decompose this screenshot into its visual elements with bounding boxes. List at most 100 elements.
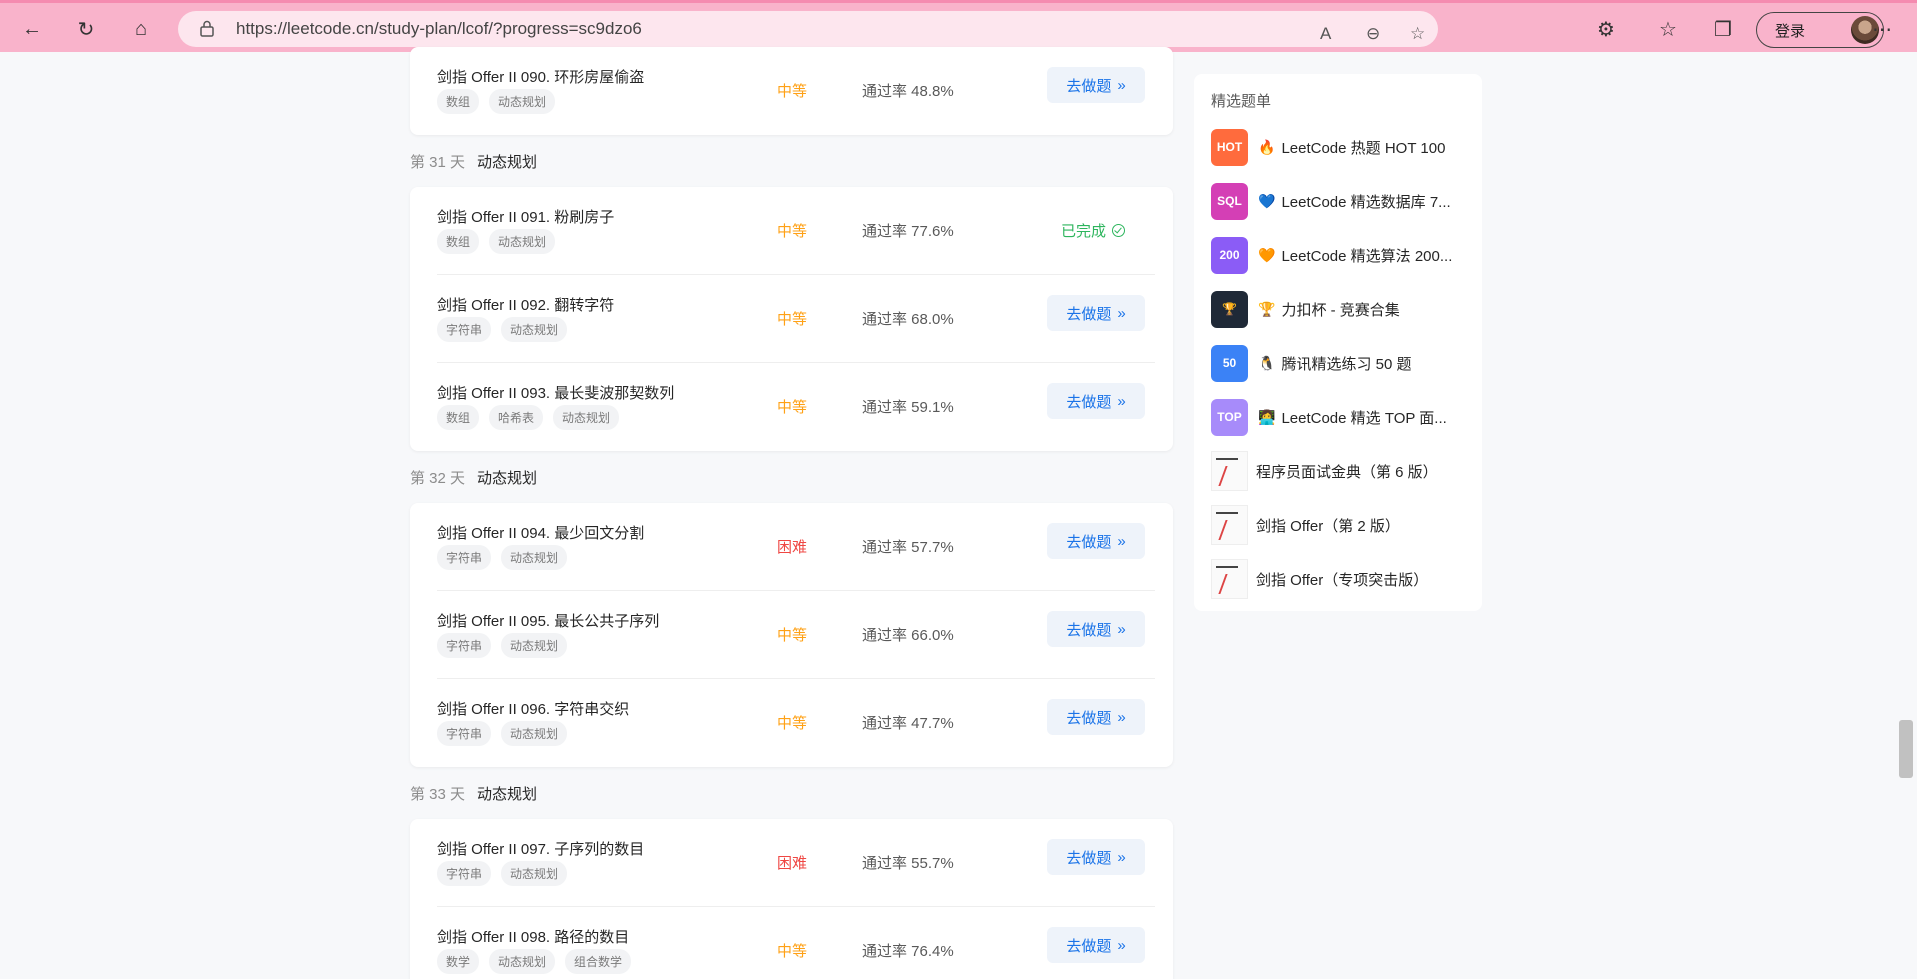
start-problem-button[interactable]: 去做题 » — [1047, 927, 1145, 963]
browser-toolbar: ← ↻ ⌂ https://leetcode.cn/study-plan/lco… — [0, 0, 1917, 52]
day-number: 第 33 天 — [410, 785, 466, 803]
featured-list-item[interactable]: 🏆 🏆 力扣杯 - 竞赛合集 — [1211, 282, 1482, 336]
tag[interactable]: 动态规划 — [501, 633, 568, 658]
read-aloud-icon[interactable]: A — [1320, 24, 1331, 44]
problem-title[interactable]: 剑指 Offer II 095. 最长公共子序列 — [437, 610, 659, 631]
tag[interactable]: 动态规划 — [553, 405, 620, 430]
list-thumbnail: 50 — [1211, 344, 1248, 382]
double-chevron-icon: » — [1117, 936, 1126, 954]
problem-row[interactable]: 剑指 Offer II 090. 环形房屋偷盗 数组 动态规划 中等 通过率 4… — [437, 47, 1155, 135]
tag[interactable]: 动态规划 — [489, 89, 556, 114]
list-emoji-icon: 🐧 — [1258, 354, 1276, 371]
collections-icon[interactable]: ❐ — [1707, 13, 1739, 45]
check-circle-icon — [1112, 224, 1126, 237]
tag[interactable]: 动态规划 — [501, 721, 568, 746]
login-button[interactable]: 登录 — [1756, 12, 1884, 48]
book-label: 剑指 Offer（第 2 版） — [1256, 517, 1400, 535]
book-list-item[interactable]: 程序员面试金典（第 6 版） — [1211, 444, 1482, 498]
featured-list-item[interactable]: 50 🐧 腾讯精选练习 50 题 — [1211, 336, 1482, 390]
problem-title[interactable]: 剑指 Offer II 097. 子序列的数目 — [437, 838, 644, 859]
tag[interactable]: 动态规划 — [489, 949, 556, 974]
list-thumbnail: TOP — [1211, 398, 1248, 436]
zoom-out-icon[interactable]: ⊖ — [1366, 24, 1380, 44]
pass-rate: 通过率 48.8% — [862, 83, 954, 100]
tag-list: 字符串 动态规划 — [437, 861, 568, 886]
list-emoji-icon: 🔥 — [1258, 138, 1276, 155]
problem-title[interactable]: 剑指 Offer II 090. 环形房屋偷盗 — [437, 66, 644, 87]
tag[interactable]: 字符串 — [437, 317, 492, 342]
double-chevron-icon: » — [1117, 620, 1126, 638]
tag[interactable]: 数组 — [437, 229, 480, 254]
extensions-icon[interactable]: ⚙ — [1590, 13, 1622, 45]
more-icon[interactable]: ⋯ — [1866, 13, 1898, 45]
problem-row[interactable]: 剑指 Offer II 094. 最少回文分割 字符串 动态规划 困难 通过率 5… — [437, 503, 1155, 591]
tag[interactable]: 哈希表 — [489, 405, 544, 430]
featured-list-item[interactable]: TOP 👩‍💻 LeetCode 精选 TOP 面... — [1211, 390, 1482, 444]
book-list-item[interactable]: 剑指 Offer（第 2 版） — [1211, 498, 1482, 552]
page-scrollbar[interactable] — [1899, 720, 1913, 778]
favorite-add-icon[interactable]: ☆ — [1410, 24, 1425, 44]
tag[interactable]: 数组 — [437, 405, 480, 430]
tag[interactable]: 数学 — [437, 949, 480, 974]
day-number: 第 32 天 — [410, 469, 466, 487]
difficulty-label: 中等 — [777, 627, 808, 644]
featured-list-item[interactable]: HOT 🔥 LeetCode 热题 HOT 100 — [1211, 120, 1482, 174]
tag[interactable]: 字符串 — [437, 861, 492, 886]
day-topic: 动态规划 — [477, 785, 538, 803]
start-problem-button[interactable]: 去做题 » — [1047, 611, 1145, 647]
problem-title[interactable]: 剑指 Offer II 093. 最长斐波那契数列 — [437, 382, 674, 403]
start-problem-button[interactable]: 去做题 » — [1047, 699, 1145, 735]
tag-list: 数组 动态规划 — [437, 89, 556, 114]
problem-title[interactable]: 剑指 Offer II 094. 最少回文分割 — [437, 522, 644, 543]
start-problem-button[interactable]: 去做题 » — [1047, 523, 1145, 559]
tag[interactable]: 动态规划 — [489, 229, 556, 254]
tag[interactable]: 数组 — [437, 89, 480, 114]
problem-title[interactable]: 剑指 Offer II 096. 字符串交织 — [437, 698, 629, 719]
featured-list-item[interactable]: 200 🧡 LeetCode 精选算法 200... — [1211, 228, 1482, 282]
problem-title[interactable]: 剑指 Offer II 091. 粉刷房子 — [437, 206, 614, 227]
tag-list: 数学 动态规划 组合数学 — [437, 949, 632, 974]
address-bar[interactable]: https://leetcode.cn/study-plan/lcof/?pro… — [178, 11, 1438, 47]
start-problem-label: 去做题 — [1066, 77, 1112, 95]
tag[interactable]: 动态规划 — [501, 545, 568, 570]
day-header: 第 32 天动态规划 — [410, 451, 1173, 503]
difficulty-label: 困难 — [777, 855, 808, 872]
tag-list: 字符串 动态规划 — [437, 545, 568, 570]
problem-row[interactable]: 剑指 Offer II 097. 子序列的数目 字符串 动态规划 困难 通过率 5… — [437, 819, 1155, 907]
tag[interactable]: 字符串 — [437, 721, 492, 746]
problem-title[interactable]: 剑指 Offer II 098. 路径的数目 — [437, 926, 629, 947]
lock-icon — [200, 20, 214, 37]
tag[interactable]: 动态规划 — [501, 317, 568, 342]
problem-row[interactable]: 剑指 Offer II 096. 字符串交织 字符串 动态规划 中等 通过率 47… — [437, 679, 1155, 767]
problem-row[interactable]: 剑指 Offer II 095. 最长公共子序列 字符串 动态规划 中等 通过率 … — [437, 591, 1155, 679]
tag-list: 数组 哈希表 动态规划 — [437, 405, 620, 430]
tag-list: 数组 动态规划 — [437, 229, 556, 254]
tag[interactable]: 组合数学 — [565, 949, 632, 974]
plans-list: HOT 🔥 LeetCode 热题 HOT 100 SQL 💙 LeetCode 精选数据… — [1211, 120, 1482, 606]
start-problem-button[interactable]: 去做题 » — [1047, 383, 1145, 419]
problem-row[interactable]: 剑指 Offer II 098. 路径的数目 数学 动态规划 组合数学 中等 通过率… — [437, 907, 1155, 979]
favorites-icon[interactable]: ☆ — [1652, 13, 1684, 45]
problem-title[interactable]: 剑指 Offer II 092. 翻转字符 — [437, 294, 614, 315]
book-list-item[interactable]: 剑指 Offer（专项突击版） — [1211, 552, 1482, 606]
problem-row[interactable]: 剑指 Offer II 092. 翻转字符 字符串 动态规划 中等 通过率 68.… — [437, 275, 1155, 363]
difficulty-label: 中等 — [777, 223, 808, 240]
back-icon[interactable]: ← — [16, 13, 48, 45]
difficulty-label: 中等 — [777, 943, 808, 960]
start-problem-button[interactable]: 去做题 » — [1047, 67, 1145, 103]
day-topic: 动态规划 — [477, 469, 538, 487]
tag[interactable]: 动态规划 — [501, 861, 568, 886]
start-problem-button[interactable]: 去做题 » — [1047, 839, 1145, 875]
problem-card: 剑指 Offer II 091. 粉刷房子 数组 动态规划 中等 通过率 77.6… — [410, 187, 1173, 451]
featured-list-item[interactable]: SQL 💙 LeetCode 精选数据库 7... — [1211, 174, 1482, 228]
problem-row[interactable]: 剑指 Offer II 093. 最长斐波那契数列 数组 哈希表 动态规划 中等 通… — [437, 363, 1155, 451]
start-problem-label: 去做题 — [1066, 305, 1112, 323]
problem-card: 剑指 Offer II 094. 最少回文分割 字符串 动态规划 困难 通过率 5… — [410, 503, 1173, 767]
start-problem-label: 去做题 — [1066, 533, 1112, 551]
refresh-icon[interactable]: ↻ — [70, 13, 102, 45]
tag[interactable]: 字符串 — [437, 545, 492, 570]
home-icon[interactable]: ⌂ — [125, 13, 157, 45]
tag[interactable]: 字符串 — [437, 633, 492, 658]
start-problem-button[interactable]: 去做题 » — [1047, 295, 1145, 331]
problem-row[interactable]: 剑指 Offer II 091. 粉刷房子 数组 动态规划 中等 通过率 77.6… — [437, 187, 1155, 275]
